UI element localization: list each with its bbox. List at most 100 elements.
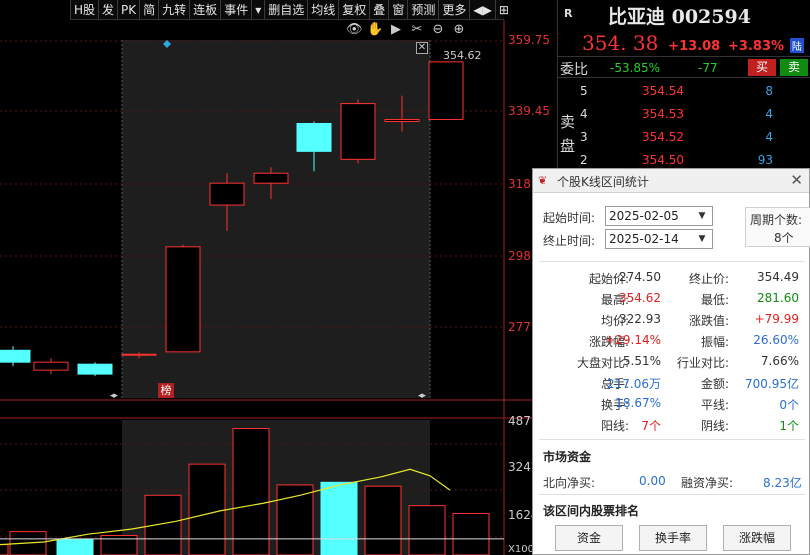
- toolbar-grid-icon[interactable]: ⊞: [494, 0, 512, 19]
- stat-value: 281.60: [757, 291, 799, 305]
- order-price: 354.54: [642, 84, 684, 98]
- period-count-box: 周期个数: 8个: [745, 207, 810, 247]
- toolbar-lianban[interactable]: 连板: [189, 0, 220, 19]
- stats-row: 均价: 322.93 涨跌值: +79.99: [537, 310, 805, 331]
- stat-value: 354.49: [757, 270, 799, 284]
- volume-bar-down: [320, 481, 358, 555]
- rank-badge[interactable]: 榜: [158, 383, 174, 398]
- end-time-label: 终止时间:: [543, 234, 596, 248]
- stats-row: 总手: 217.06万 金额: 700.95亿: [537, 373, 805, 394]
- toolbar-hshare[interactable]: H股: [70, 0, 98, 19]
- price-axis-label: 359.75: [508, 33, 550, 47]
- eye-icon[interactable]: 👁: [346, 22, 363, 37]
- stat-value: 18.67%: [615, 396, 661, 410]
- end-date-select[interactable]: 2025-02-14 ▼: [605, 229, 713, 249]
- stat-value: 274.50: [619, 270, 661, 284]
- toolbar-events[interactable]: 事件: [220, 0, 251, 19]
- app-logo-icon: ❦: [538, 174, 548, 187]
- price-axis-label: 339.45: [508, 104, 550, 118]
- candle-body-up: [253, 172, 289, 184]
- toolbar-fa[interactable]: 发: [98, 0, 117, 19]
- scissors-icon[interactable]: ✂: [409, 22, 425, 37]
- stat-value: 217.06万: [607, 377, 661, 391]
- period-count-label: 周期个数:: [750, 213, 803, 227]
- commission-diff-value: -77: [698, 61, 718, 75]
- volume-bar-up: [364, 485, 402, 555]
- stat-value: +79.99: [754, 312, 799, 326]
- range-start-handle[interactable]: ◂▸: [110, 391, 118, 401]
- candle-body-down: [0, 349, 31, 363]
- price-axis-label: 298.: [508, 249, 535, 263]
- candle-body-up: [33, 361, 69, 371]
- stat-label: 终止价:: [688, 272, 729, 286]
- start-date-select[interactable]: 2025-02-05 ▼: [605, 206, 713, 226]
- hand-icon[interactable]: ✋: [367, 22, 383, 37]
- play-icon[interactable]: ▶: [388, 22, 404, 37]
- toolbar-jiuzhuan[interactable]: 九转: [158, 0, 189, 19]
- toolbar-nav-icon[interactable]: ◀▶: [469, 0, 494, 19]
- stats-table: 起始价: 274.50 终止价: 354.49 最高: 354.62 最低: 2…: [537, 268, 805, 436]
- order-level: 4: [580, 107, 588, 121]
- divider: [539, 261, 805, 262]
- kline-chart[interactable]: [0, 20, 557, 555]
- start-date-value: 2025-02-05: [609, 209, 679, 223]
- toolbar-forecast[interactable]: 预测: [407, 0, 438, 19]
- chevron-down-icon[interactable]: ▼: [695, 207, 709, 225]
- order-level: 3: [580, 130, 588, 144]
- toolbar-overlay[interactable]: 叠: [369, 0, 388, 19]
- stat-value: 5.51%: [622, 354, 661, 368]
- rank-turnover-button[interactable]: 换手率: [639, 525, 707, 551]
- north-net-buy-label: 北向净买:: [543, 476, 596, 490]
- zoom-in-icon[interactable]: ⊕: [451, 22, 467, 37]
- order-price: 354.52: [642, 130, 684, 144]
- stat-label: 阴线:: [700, 419, 729, 433]
- commission-ratio-row: 委比 -53.85% -77 买 卖: [558, 56, 810, 78]
- toolbar-more[interactable]: 更多: [438, 0, 469, 19]
- selection-close-icon[interactable]: ✕: [416, 42, 428, 54]
- volume-bar-up: [0, 544, 9, 555]
- start-time-label: 起始时间:: [543, 211, 596, 225]
- stat-label: 最低:: [700, 293, 729, 307]
- sell-button[interactable]: 卖: [780, 59, 808, 76]
- candle-body-up: [121, 353, 157, 356]
- divider: [539, 494, 805, 495]
- toolbar-simple[interactable]: 简: [139, 0, 158, 19]
- volume-bar-up: [188, 463, 226, 555]
- volume-bar-up: [452, 512, 490, 555]
- rank-fund-button[interactable]: 资金: [555, 525, 623, 551]
- margin-net-buy-value: 8.23亿: [763, 476, 802, 490]
- stock-connect-badge: 陆: [789, 38, 804, 53]
- volume-bar-up: [408, 505, 446, 555]
- order-book-row: 5 354.54 8: [558, 81, 810, 103]
- order-level: 5: [580, 84, 588, 98]
- zoom-out-icon[interactable]: ⊖: [430, 22, 446, 37]
- close-icon[interactable]: ✕: [790, 171, 803, 189]
- dialog-title: 个股K线区间统计: [557, 175, 649, 189]
- order-price: 354.50: [642, 153, 684, 167]
- stat-value: 7个: [641, 419, 661, 433]
- buy-button[interactable]: 买: [748, 59, 776, 76]
- period-count-value: 8个: [774, 231, 794, 245]
- stat-value: 7.66%: [760, 354, 799, 368]
- order-volume: 4: [765, 130, 773, 144]
- stat-label: 大盘对比:: [576, 356, 629, 370]
- stat-value: 322.93: [619, 312, 661, 326]
- toolbar-pk[interactable]: PK: [117, 0, 139, 19]
- toolbar-ma[interactable]: 均线: [307, 0, 338, 19]
- toolbar-events-dropdown-icon[interactable]: ▾: [251, 0, 264, 19]
- range-end-handle[interactable]: ◂▸: [418, 391, 426, 401]
- rank-change-button[interactable]: 涨跌幅: [723, 525, 791, 551]
- chevron-down-icon[interactable]: ▼: [695, 230, 709, 248]
- candle-body-up: [209, 182, 245, 206]
- stats-row: 最高: 354.62 最低: 281.60: [537, 289, 805, 310]
- divider: [539, 439, 805, 440]
- toolbar-remove-watchlist[interactable]: 删自选: [264, 0, 307, 19]
- dialog-title-bar[interactable]: ❦ 个股K线区间统计 ✕: [533, 169, 809, 193]
- price-row: 354. 38 +13.08 +3.83% 陆: [582, 31, 804, 55]
- r-marker: R: [564, 7, 573, 20]
- range-stats-dialog: ❦ 个股K线区间统计 ✕ 起始时间: 2025-02-05 ▼ 终止时间: 20…: [532, 168, 810, 555]
- order-volume: 8: [765, 84, 773, 98]
- toolbar-window[interactable]: 窗: [388, 0, 407, 19]
- order-book-row: 3 354.52 4: [558, 127, 810, 149]
- toolbar-adjust[interactable]: 复权: [338, 0, 369, 19]
